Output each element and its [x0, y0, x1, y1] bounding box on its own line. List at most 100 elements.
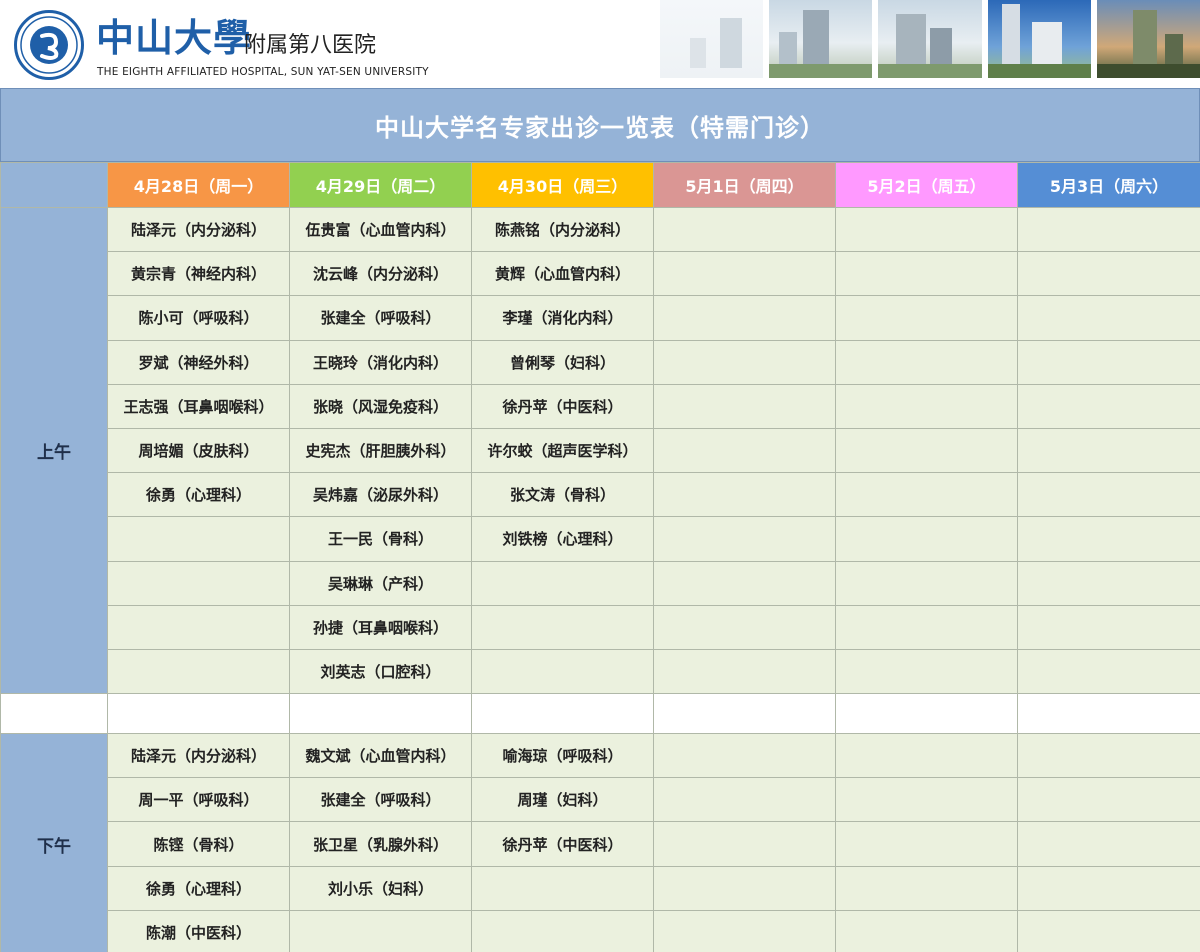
doctor-cell: 刘小乐（妇科）	[289, 865, 472, 911]
logo-english-name: THE EIGHTH AFFILIATED HOSPITAL, SUN YAT-…	[97, 66, 429, 78]
doctor-cell	[1017, 909, 1200, 952]
doctor-cell	[653, 339, 836, 385]
doctor-cell	[471, 865, 654, 911]
doctor-cell	[835, 821, 1018, 867]
doctor-cell	[653, 251, 836, 297]
spacer-cell	[289, 693, 472, 735]
section-spacer-row	[0, 693, 1200, 735]
doctor-cell	[835, 206, 1018, 253]
doctor-cell: 陈潮（中医科）	[107, 909, 290, 952]
doctor-cell: 伍贵富（心血管内科）	[289, 206, 472, 253]
doctor-cell	[1017, 865, 1200, 911]
spacer-cell	[1017, 693, 1200, 735]
doctor-cell	[835, 604, 1018, 650]
doctor-cell	[835, 251, 1018, 297]
doctor-cell: 李瑾（消化内科）	[471, 295, 654, 341]
doctor-cell: 徐勇（心理科）	[107, 865, 290, 911]
doctor-cell: 周培媚（皮肤科）	[107, 427, 290, 474]
doctor-cell	[1017, 206, 1200, 253]
doctor-cell	[653, 472, 836, 518]
day-header-6: 5月3日（周六）	[1017, 162, 1200, 208]
hospital-photo	[660, 0, 764, 78]
doctor-cell	[1017, 777, 1200, 823]
doctor-cell: 刘英志（口腔科）	[289, 648, 472, 695]
doctor-cell	[653, 909, 836, 952]
doctor-cell	[1017, 604, 1200, 650]
doctor-cell	[1017, 821, 1200, 867]
doctor-cell	[835, 648, 1018, 695]
spacer-cell	[0, 693, 108, 735]
doctor-cell	[653, 206, 836, 253]
afternoon-period-label: 下午	[0, 733, 108, 952]
hospital-photo-strip	[660, 0, 1200, 80]
day-header-2: 4月29日（周二）	[289, 162, 472, 208]
morning-row: 罗斌（神经外科） 王晓玲（消化内科） 曾俐琴（妇科）	[1, 339, 1200, 385]
doctor-cell	[107, 604, 290, 650]
doctor-cell: 刘铁榜（心理科）	[471, 516, 654, 562]
doctor-cell	[471, 648, 654, 695]
doctor-cell: 罗斌（神经外科）	[107, 339, 290, 385]
doctor-cell	[835, 560, 1018, 606]
doctor-cell	[1017, 251, 1200, 297]
doctor-cell	[1017, 472, 1200, 518]
doctor-cell	[835, 777, 1018, 823]
morning-row: 刘英志（口腔科）	[1, 648, 1200, 695]
day-header-5: 5月2日（周五）	[835, 162, 1018, 208]
doctor-cell	[1017, 339, 1200, 385]
logo-university-name: 中山大學	[96, 15, 253, 60]
doctor-cell	[653, 865, 836, 911]
day-header-row: 4月28日（周一） 4月29日（周二） 4月30日（周三） 5月1日（周四） 5月2日（…	[0, 162, 1200, 208]
doctor-cell	[653, 604, 836, 650]
morning-row: 黄宗青（神经内科） 沈云峰（内分泌科） 黄辉（心血管内科）	[1, 251, 1200, 297]
doctor-cell	[1017, 733, 1200, 779]
afternoon-row: 陈铿（骨科） 张卫星（乳腺外科） 徐丹苹（中医科）	[1, 821, 1200, 867]
doctor-cell	[107, 516, 290, 562]
morning-row: 陈小可（呼吸科） 张建全（呼吸科） 李瑾（消化内科）	[1, 295, 1200, 341]
doctor-cell	[835, 339, 1018, 385]
doctor-cell: 张文涛（骨科）	[471, 472, 654, 518]
doctor-cell	[835, 909, 1018, 952]
doctor-cell	[471, 560, 654, 606]
doctor-cell	[835, 383, 1018, 429]
page-header: 中山大學 附属第八医院 THE EIGHTH AFFILIATED HOSPIT…	[0, 0, 1200, 88]
doctor-cell: 张建全（呼吸科）	[289, 295, 472, 341]
doctor-cell: 吴琳琳（产科）	[289, 560, 472, 606]
doctor-cell: 周瑾（妇科）	[471, 777, 654, 823]
logo-hospital-name: 附属第八医院	[244, 33, 377, 58]
doctor-cell	[1017, 427, 1200, 474]
doctor-cell: 徐丹苹（中医科）	[471, 383, 654, 429]
doctor-cell: 孙捷（耳鼻咽喉科）	[289, 604, 472, 650]
doctor-cell: 陆泽元（内分泌科）	[107, 733, 290, 779]
doctor-cell: 陈小可（呼吸科）	[107, 295, 290, 341]
schedule-table-container: 4月28日（周一） 4月29日（周二） 4月30日（周三） 5月1日（周四） 5月2日（…	[0, 162, 1200, 952]
schedule-title-bar: 中山大学名专家出诊一览表（特需门诊）	[0, 88, 1200, 162]
doctor-cell	[835, 427, 1018, 474]
doctor-cell	[653, 383, 836, 429]
day-header-4: 5月1日（周四）	[653, 162, 836, 208]
doctor-cell: 陆泽元（内分泌科）	[107, 206, 290, 253]
doctor-cell: 王一民（骨科）	[289, 516, 472, 562]
doctor-cell	[107, 560, 290, 606]
day-header-3: 4月30日（周三）	[471, 162, 654, 208]
header-corner-cell	[0, 162, 108, 208]
schedule-title: 中山大学名专家出诊一览表（特需门诊）	[375, 113, 825, 142]
doctor-cell	[1017, 516, 1200, 562]
morning-row: 孙捷（耳鼻咽喉科）	[1, 604, 1200, 650]
doctor-cell	[1017, 295, 1200, 341]
doctor-cell	[653, 560, 836, 606]
doctor-cell: 徐勇（心理科）	[107, 472, 290, 518]
doctor-cell	[107, 648, 290, 695]
hospital-photo	[878, 0, 982, 78]
doctor-cell	[653, 295, 836, 341]
morning-row: 吴琳琳（产科）	[1, 560, 1200, 606]
doctor-cell: 吴炜嘉（泌尿外科）	[289, 472, 472, 518]
spacer-cell	[107, 693, 290, 735]
doctor-cell	[1017, 648, 1200, 695]
morning-row: 王志强（耳鼻咽喉科） 张晓（风湿免疫科） 徐丹苹（中医科）	[1, 383, 1200, 429]
morning-row: 王一民（骨科） 刘铁榜（心理科）	[1, 516, 1200, 562]
doctor-cell	[653, 427, 836, 474]
doctor-cell	[835, 295, 1018, 341]
doctor-cell	[1017, 560, 1200, 606]
doctor-cell: 张卫星（乳腺外科）	[289, 821, 472, 867]
hospital-photo	[987, 0, 1091, 78]
